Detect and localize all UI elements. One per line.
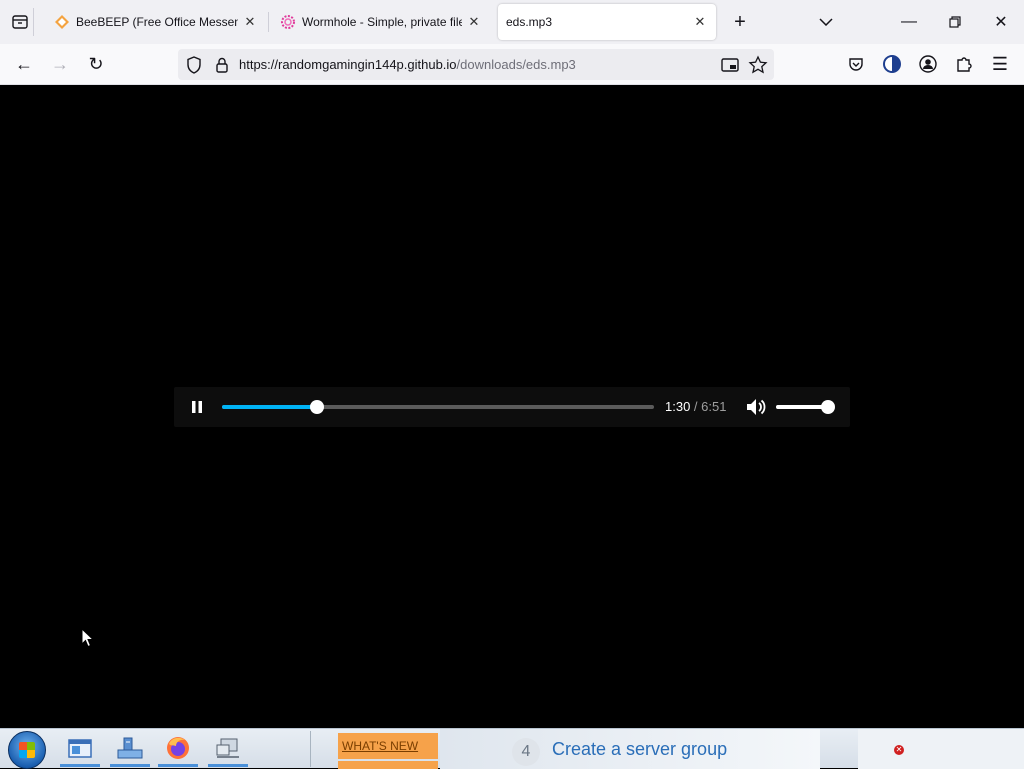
firefox-icon xyxy=(167,736,189,759)
close-tab-icon[interactable]: ✕ xyxy=(242,14,258,30)
taskbar-app-firefox[interactable] xyxy=(158,731,198,767)
server-manager-quickstart[interactable]: 4 Create a server group xyxy=(440,729,820,769)
pocket-button[interactable] xyxy=(844,52,868,76)
close-tab-icon[interactable]: ✕ xyxy=(692,14,708,30)
hamburger-menu-icon: ☰ xyxy=(991,53,1009,74)
explorer-window-icon xyxy=(68,738,92,758)
time-separator: / xyxy=(690,399,702,414)
beebeep-icon xyxy=(54,14,70,30)
taskbar-app-network[interactable] xyxy=(208,731,248,767)
forward-button[interactable]: → xyxy=(46,50,74,78)
pause-button[interactable] xyxy=(188,399,206,415)
seek-progress-fill xyxy=(222,405,317,409)
account-button[interactable] xyxy=(916,52,940,76)
mute-button[interactable] xyxy=(746,398,766,416)
minimize-button[interactable]: — xyxy=(892,8,926,36)
pocket-icon xyxy=(849,58,863,71)
navigation-toolbar: ← → ↻ https://randomgamingin144p.github.… xyxy=(0,44,1024,85)
url-host: https://randomgamingin144p.github.io xyxy=(239,57,457,72)
restore-button[interactable] xyxy=(938,8,972,36)
network-error-icon[interactable]: ✕ xyxy=(894,745,904,755)
url-text[interactable]: https://randomgamingin144p.github.io/dow… xyxy=(239,57,576,72)
arrow-left-icon: ← xyxy=(15,53,33,74)
pause-icon xyxy=(192,401,202,413)
whats-new-label: WHAT'S NEW xyxy=(342,739,419,753)
seek-slider[interactable] xyxy=(222,400,654,414)
taskbar-separator xyxy=(310,731,311,767)
close-window-button[interactable]: ✕ xyxy=(984,8,1018,36)
tab-list-button[interactable] xyxy=(6,8,34,36)
total-time: 6:51 xyxy=(701,399,727,414)
tab-bar: BeeBEEP (Free Office Messenger) ✕ Wormho… xyxy=(0,0,1024,44)
volume-slider[interactable] xyxy=(776,400,835,414)
tab-eds-mp3[interactable]: eds.mp3 ✕ xyxy=(498,4,716,40)
taskbar-app-explorer[interactable] xyxy=(60,731,100,767)
whats-new-tile[interactable]: WHAT'S NEW xyxy=(338,733,438,759)
new-tab-button[interactable]: + xyxy=(726,8,754,36)
reload-button[interactable]: ↻ xyxy=(82,50,110,78)
tab-list-icon xyxy=(11,15,28,29)
account-icon xyxy=(919,55,937,73)
windows-taskbar: WHAT'S NEW 4 Create a server group ✕ xyxy=(0,728,1024,769)
create-server-group-link[interactable]: Create a server group xyxy=(552,739,727,760)
tracking-shield-icon[interactable] xyxy=(184,55,204,75)
back-button[interactable]: ← xyxy=(10,50,38,78)
time-display: 1:30 / 6:51 xyxy=(665,399,726,414)
bookmark-star-icon[interactable] xyxy=(748,55,768,75)
half-moon-icon xyxy=(883,55,901,73)
restore-icon xyxy=(949,16,961,28)
plus-icon: + xyxy=(734,10,746,33)
list-all-tabs-button[interactable] xyxy=(812,8,840,36)
close-tab-icon[interactable]: ✕ xyxy=(466,14,482,30)
audio-player: 1:30 / 6:51 xyxy=(174,387,850,427)
close-icon: ✕ xyxy=(994,14,1008,31)
tab-title: Wormhole - Simple, private file sharing xyxy=(302,15,462,29)
tab-separator xyxy=(268,12,269,32)
server-manager-icon xyxy=(117,737,143,758)
step-number: 4 xyxy=(512,738,540,766)
url-path: /downloads/eds.mp3 xyxy=(456,57,576,72)
chevron-down-icon xyxy=(819,18,833,26)
system-tray: ✕ xyxy=(858,729,1024,769)
current-time: 1:30 xyxy=(665,399,691,414)
firefox-view-button[interactable] xyxy=(880,52,904,76)
network-icon xyxy=(216,738,239,758)
picture-in-picture-icon[interactable] xyxy=(720,55,740,75)
start-button[interactable] xyxy=(8,731,46,769)
tab-wormhole[interactable]: Wormhole - Simple, private file sharing … xyxy=(272,4,490,40)
media-document: 1:30 / 6:51 xyxy=(0,86,1024,728)
mouse-cursor-icon xyxy=(81,628,95,648)
speaker-volume-icon xyxy=(747,399,766,415)
wormhole-icon xyxy=(280,14,296,30)
arrow-right-icon: → xyxy=(51,53,69,74)
taskbar-app-server-manager[interactable] xyxy=(110,731,150,767)
minimize-icon: — xyxy=(901,13,917,30)
tab-beebeep[interactable]: BeeBEEP (Free Office Messenger) ✕ xyxy=(46,4,266,40)
puzzle-piece-icon xyxy=(957,57,972,72)
tab-title: BeeBEEP (Free Office Messenger) xyxy=(76,15,238,29)
extensions-button[interactable] xyxy=(952,52,976,76)
lock-icon[interactable] xyxy=(212,55,232,75)
app-menu-button[interactable]: ☰ xyxy=(988,52,1012,76)
reload-icon: ↻ xyxy=(88,53,104,74)
address-bar[interactable]: https://randomgamingin144p.github.io/dow… xyxy=(178,49,774,80)
volume-thumb[interactable] xyxy=(821,400,835,414)
tab-title: eds.mp3 xyxy=(506,15,553,29)
seek-thumb[interactable] xyxy=(309,400,324,414)
